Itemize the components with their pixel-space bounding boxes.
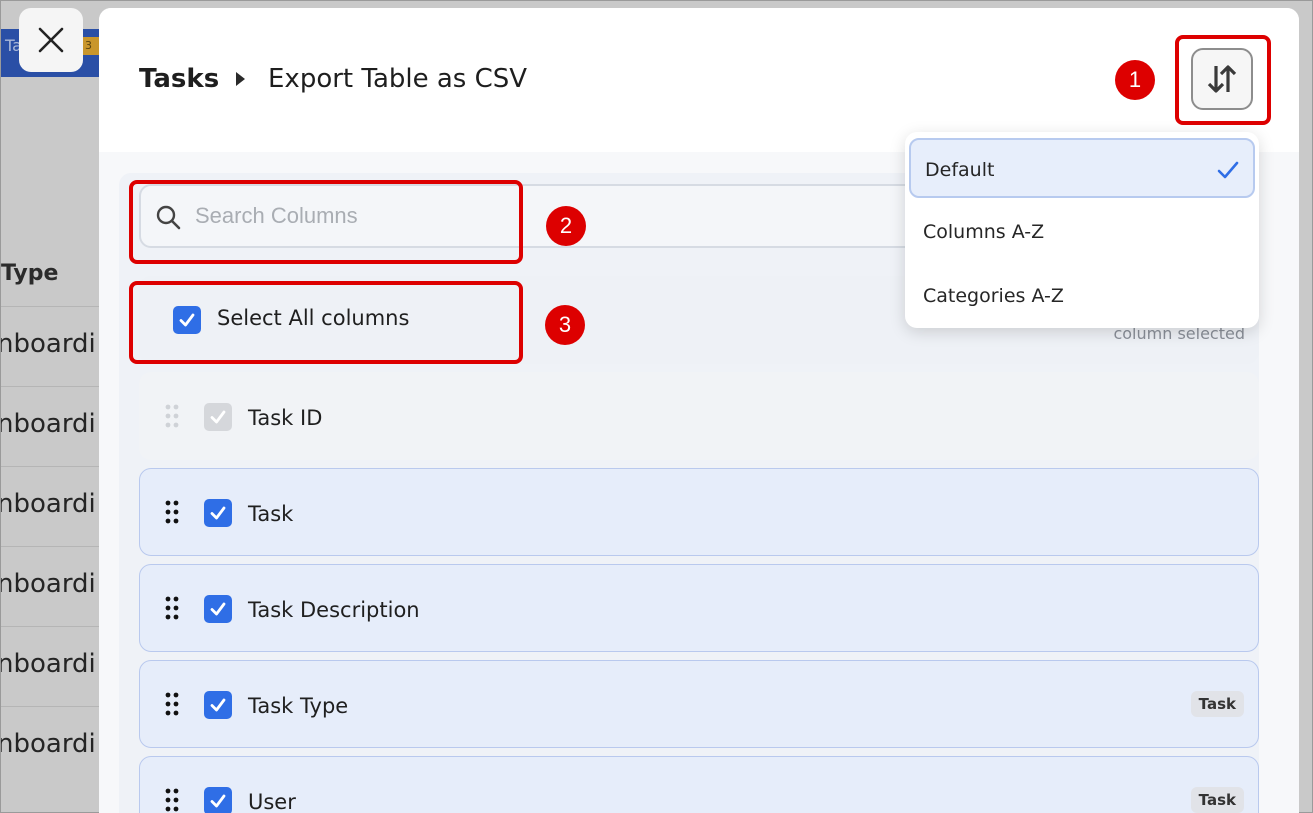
drag-handle-icon[interactable] bbox=[164, 691, 180, 717]
category-tag: Task bbox=[1190, 691, 1244, 717]
column-row-task-id: Task ID bbox=[139, 372, 1259, 460]
column-label: Task Description bbox=[248, 598, 420, 622]
annotation-number-2: 2 bbox=[546, 206, 586, 246]
background-cell: nboardi bbox=[0, 329, 96, 359]
column-checkbox[interactable] bbox=[204, 691, 232, 719]
close-button[interactable] bbox=[19, 8, 83, 72]
annotation-box-3 bbox=[129, 281, 523, 364]
sort-option-categories-az[interactable]: Categories A-Z bbox=[909, 266, 1255, 326]
sort-option-label: Columns A-Z bbox=[923, 221, 1045, 243]
check-icon bbox=[210, 506, 226, 520]
check-icon bbox=[210, 794, 226, 808]
annotation-number-3: 3 bbox=[545, 305, 585, 345]
column-label: Task Type bbox=[248, 694, 349, 718]
column-row-task[interactable]: Task bbox=[139, 468, 1259, 556]
column-checkbox[interactable] bbox=[204, 499, 232, 527]
annotation-box-1 bbox=[1175, 35, 1271, 125]
category-tag: Task bbox=[1190, 787, 1244, 813]
annotation-number-1: 1 bbox=[1115, 60, 1155, 100]
drag-handle-icon[interactable] bbox=[164, 787, 180, 813]
column-label: User bbox=[248, 790, 296, 813]
breadcrumb-separator-icon bbox=[236, 72, 245, 86]
check-icon bbox=[210, 698, 226, 712]
column-row-user[interactable]: User Task bbox=[139, 756, 1259, 813]
drag-handle-icon[interactable] bbox=[164, 595, 180, 621]
drag-handle-icon[interactable] bbox=[164, 499, 180, 525]
column-label: Task ID bbox=[248, 406, 323, 430]
check-icon bbox=[210, 410, 226, 424]
sort-option-label: Default bbox=[925, 159, 995, 181]
annotation-box-2 bbox=[129, 180, 523, 264]
background-cell: nboardi bbox=[0, 569, 96, 599]
sort-menu: Default Columns A-Z Categories A-Z bbox=[905, 132, 1259, 328]
background-cell: nboardi bbox=[0, 409, 96, 439]
sort-option-default[interactable]: Default bbox=[909, 138, 1255, 198]
breadcrumb-root[interactable]: Tasks bbox=[139, 64, 219, 94]
background-cell: nboardi bbox=[0, 649, 96, 679]
column-label: Task bbox=[248, 502, 294, 526]
column-row-task-description[interactable]: Task Description bbox=[139, 564, 1259, 652]
column-checkbox[interactable] bbox=[204, 595, 232, 623]
column-checkbox bbox=[204, 403, 232, 431]
check-icon bbox=[210, 602, 226, 616]
drag-handle-icon bbox=[165, 404, 179, 428]
column-checkbox[interactable] bbox=[204, 787, 232, 813]
background-cell: nboardi bbox=[0, 729, 96, 759]
sort-option-label: Categories A-Z bbox=[923, 285, 1064, 307]
background-cell: nboardi bbox=[0, 489, 96, 519]
background-column-header: Type bbox=[1, 261, 59, 286]
close-icon bbox=[38, 27, 64, 53]
check-icon bbox=[1217, 161, 1239, 179]
column-row-task-type[interactable]: Task Type Task bbox=[139, 660, 1259, 748]
sort-option-columns-az[interactable]: Columns A-Z bbox=[909, 202, 1255, 262]
page-title: Export Table as CSV bbox=[268, 64, 528, 94]
